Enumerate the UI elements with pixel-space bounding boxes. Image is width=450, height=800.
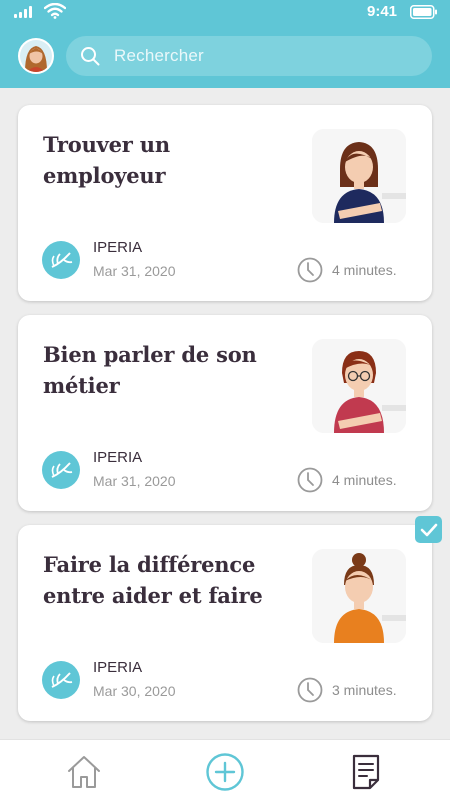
publish-date: Mar 31, 2020 [93, 473, 176, 489]
publish-date: Mar 30, 2020 [93, 683, 176, 699]
org-logo [42, 661, 80, 699]
bottom-navigation [0, 739, 450, 800]
home-icon[interactable] [64, 752, 104, 792]
card-thumbnail [312, 129, 406, 223]
clock-icon [297, 467, 323, 493]
status-time: 9:41 [367, 3, 398, 20]
org-logo [42, 451, 80, 489]
publish-date: Mar 31, 2020 [93, 263, 176, 279]
wifi-icon [44, 3, 66, 19]
org-name: IPERIA [93, 449, 143, 466]
clock-icon [297, 257, 323, 283]
status-bar: 9:41 [0, 0, 450, 26]
clock-icon [297, 677, 323, 703]
lesson-card[interactable]: Trouver un employeur IPERIA Mar 31, 2020… [18, 105, 432, 301]
lesson-card[interactable]: Bien parler de son métier IPERIA Mar 31,… [18, 315, 432, 511]
card-title: Faire la différence entre aider et faire [43, 552, 263, 608]
search-icon [81, 47, 100, 66]
battery-icon [410, 5, 437, 19]
read-duration: 4 minutes. [332, 472, 397, 488]
completed-checkmark-icon [415, 516, 442, 543]
search-placeholder: Rechercher [114, 46, 204, 65]
card-title: Trouver un employeur [43, 132, 170, 188]
lesson-card[interactable]: Faire la différence entre aider et faire [18, 516, 442, 721]
org-name: IPERIA [93, 239, 143, 256]
plus-circle-icon[interactable] [205, 752, 245, 792]
read-duration: 4 minutes. [332, 262, 397, 278]
card-thumbnail [312, 339, 406, 433]
document-icon[interactable] [346, 752, 386, 792]
org-name: IPERIA [93, 659, 143, 676]
search-bar[interactable]: Rechercher [66, 36, 432, 76]
org-logo [42, 241, 80, 279]
app-header: 9:41 Rechercher [0, 0, 450, 88]
cellular-signal-icon [14, 6, 36, 18]
user-avatar[interactable] [18, 38, 54, 74]
card-thumbnail [312, 549, 406, 643]
card-title: Bien parler de son métier [43, 342, 257, 398]
read-duration: 3 minutes. [332, 682, 397, 698]
